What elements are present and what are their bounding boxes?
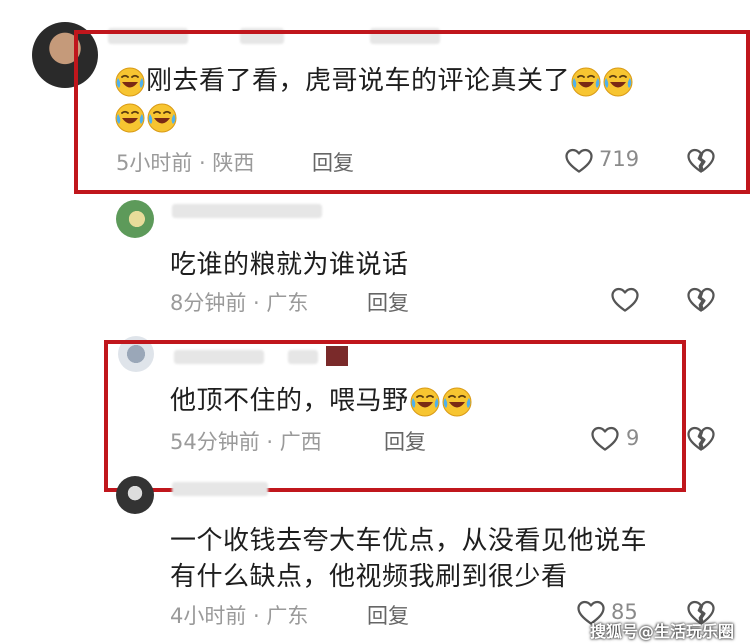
heart-outline-icon[interactable] [564,146,594,176]
reply-button[interactable]: 回复 [367,287,409,317]
comment-meta: 54分钟前 · 广西 [170,430,322,454]
laughing-crying-emoji-icon [114,102,146,134]
comment-text: 有什么缺点，他视频我刷到很少看 [170,562,568,592]
redacted-block [326,346,348,366]
heart-outline-icon[interactable] [590,424,620,454]
comment-text: 吃谁的粮就为谁说话 [170,250,409,280]
comment-text: 他顶不住的，喂马野 [170,380,473,418]
avatar[interactable] [116,200,154,238]
comment-meta: 8分钟前 · 广东 [170,291,309,315]
laughing-crying-emoji-icon [441,386,473,418]
watermark: 搜狐号@生活玩乐圈 [590,622,735,641]
comment-text: 一个收钱去夸大车优点，从没看见他说车 [170,526,648,556]
comment-meta: 5小时前 · 陕西 [116,151,255,175]
avatar[interactable] [116,476,154,514]
reply-button[interactable]: 回复 [312,147,354,177]
broken-heart-icon[interactable] [686,424,716,454]
username-redacted[interactable] [172,204,322,218]
comment-text-content: 他顶不住的，喂马野 [170,386,409,416]
comment-meta: 4小时前 · 广东 [170,604,309,628]
reply-button[interactable]: 回复 [384,426,426,456]
username-redacted[interactable] [172,482,268,496]
reply-button[interactable]: 回复 [367,600,409,630]
emoji-line [114,102,178,134]
username-redacted[interactable] [174,350,264,364]
heart-outline-icon[interactable] [610,285,640,315]
laughing-crying-emoji-icon [409,386,441,418]
like-count: 9 [626,426,640,450]
comment-text: 刚去看了看，虎哥说车的评论真关了 [114,60,634,98]
laughing-crying-emoji-icon [114,66,146,98]
laughing-crying-emoji-icon [570,66,602,98]
comment-text-content: 刚去看了看，虎哥说车的评论真关了 [146,66,571,96]
broken-heart-icon[interactable] [686,285,716,315]
broken-heart-icon[interactable] [686,146,716,176]
laughing-crying-emoji-icon [146,102,178,134]
laughing-crying-emoji-icon [602,66,634,98]
username-redacted [288,350,318,364]
like-count: 719 [599,147,640,171]
